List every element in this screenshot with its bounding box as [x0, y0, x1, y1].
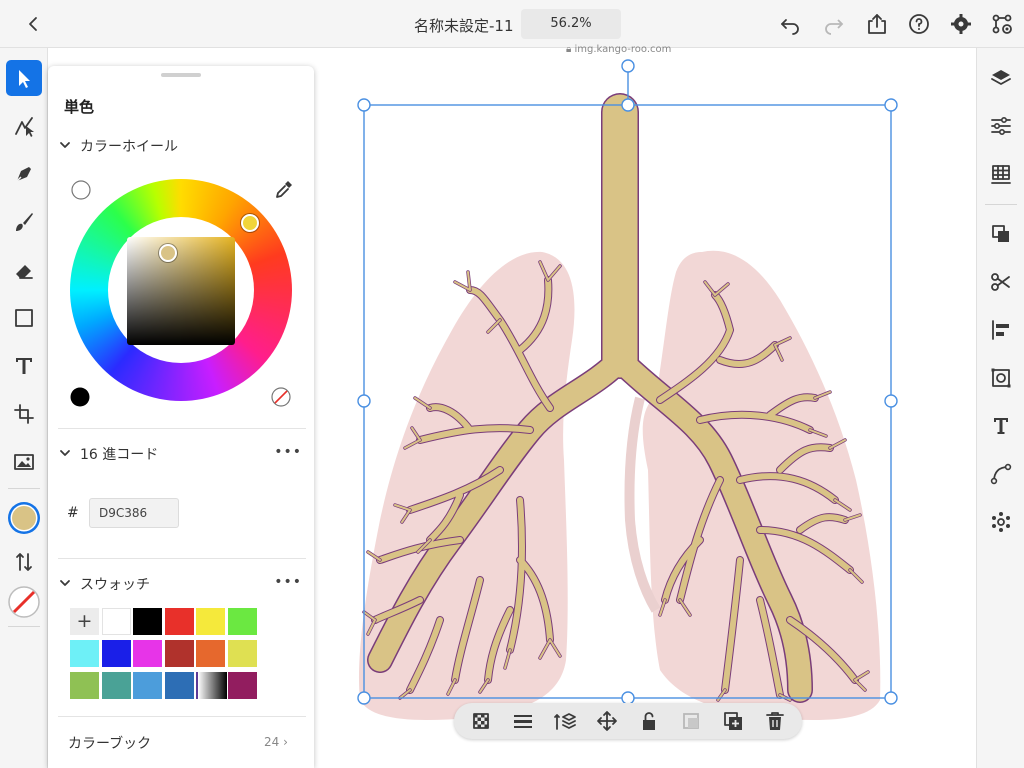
align-icon[interactable] — [989, 318, 1013, 342]
color-swatch[interactable] — [101, 640, 131, 667]
color-book-label[interactable]: カラーブック — [68, 733, 151, 753]
swatches-section-header[interactable]: スウォッチ ••• — [56, 572, 306, 594]
color-picker-handle[interactable] — [159, 244, 177, 262]
white-color-button[interactable] — [70, 179, 92, 201]
color-swatch[interactable] — [196, 608, 225, 635]
arrange-order-icon[interactable] — [553, 709, 577, 733]
color-book-count-value: 24 — [264, 735, 280, 749]
panel-grabber[interactable] — [161, 73, 201, 77]
color-swatch[interactable] — [227, 640, 257, 667]
color-swatch[interactable] — [70, 672, 99, 699]
color-book-count[interactable]: 24 › — [264, 735, 288, 749]
color-swatch[interactable] — [101, 672, 131, 699]
context-action-bar — [454, 703, 802, 739]
duplicate-icon[interactable] — [721, 709, 745, 733]
resize-handle-bottom-left — [357, 691, 371, 705]
saturation-brightness-square[interactable] — [127, 237, 235, 345]
color-swatch[interactable] — [133, 672, 162, 699]
path-scissors-icon[interactable] — [989, 270, 1013, 294]
color-panel: 単色 カラーホイール 16 進コード ••• # D9C386 スウォッチ ••… — [48, 66, 314, 768]
color-swatch[interactable] — [196, 640, 225, 667]
color-swatch[interactable] — [164, 608, 194, 635]
color-swatch[interactable] — [133, 640, 162, 667]
chevron-down-icon — [60, 580, 70, 586]
type-properties-icon[interactable] — [989, 414, 1013, 438]
color-swatch[interactable] — [164, 672, 194, 699]
right-lung — [642, 250, 881, 721]
stroke-weight-icon[interactable] — [511, 709, 535, 733]
move-arrows-icon[interactable] — [595, 709, 619, 733]
resize-handle-top-left — [357, 98, 371, 112]
opacity-checker-icon[interactable] — [469, 709, 493, 733]
color-swatch[interactable] — [227, 672, 257, 699]
hex-more-options-icon[interactable]: ••• — [274, 444, 302, 460]
resize-handle-left — [357, 394, 371, 408]
chevron-down-icon — [60, 142, 70, 148]
resize-handle-top — [621, 98, 635, 112]
hex-code-input[interactable]: D9C386 — [89, 498, 179, 528]
hex-hash-label: # — [67, 505, 79, 521]
resize-handle-right — [884, 394, 898, 408]
color-wheel-section-header[interactable]: カラーホイール — [56, 134, 306, 156]
color-swatch[interactable] — [227, 608, 257, 635]
trash-icon[interactable] — [763, 709, 787, 733]
grid-ruler-icon[interactable] — [989, 162, 1013, 186]
repeat-pattern-icon[interactable] — [989, 510, 1013, 534]
resize-handle-top-right — [884, 98, 898, 112]
resize-handle-bottom-right — [884, 691, 898, 705]
hex-section-label: 16 進コード — [80, 447, 159, 463]
panel-title: 単色 — [64, 98, 95, 116]
properties-sliders-icon[interactable] — [989, 114, 1013, 138]
color-swatch[interactable] — [70, 640, 99, 667]
hue-handle[interactable] — [241, 214, 259, 232]
color-swatch[interactable] — [133, 608, 162, 635]
mask-icon[interactable] — [679, 709, 703, 733]
chevron-down-icon — [60, 450, 70, 456]
swatches-label: スウォッチ — [80, 577, 150, 593]
gradient-swatch[interactable] — [198, 672, 227, 699]
add-swatch-button[interactable]: + — [70, 608, 99, 635]
hex-section-header[interactable]: 16 進コード ••• — [56, 442, 306, 464]
eyedropper-icon[interactable] — [273, 178, 295, 200]
layers-icon[interactable] — [989, 66, 1013, 90]
image-trace-icon[interactable] — [989, 366, 1013, 390]
swatches-more-options-icon[interactable]: ••• — [274, 574, 302, 590]
rotate-handle — [621, 59, 635, 73]
color-swatch[interactable] — [101, 608, 131, 635]
color-wheel-label: カラーホイール — [80, 139, 178, 155]
path-anchor-icon[interactable] — [989, 462, 1013, 486]
no-color-button[interactable] — [270, 386, 292, 408]
unlock-icon[interactable] — [637, 709, 661, 733]
properties-toolbar — [976, 48, 1024, 768]
color-swatch[interactable] — [164, 640, 194, 667]
arrange-icon[interactable] — [989, 222, 1013, 246]
black-color-button[interactable] — [69, 386, 91, 408]
